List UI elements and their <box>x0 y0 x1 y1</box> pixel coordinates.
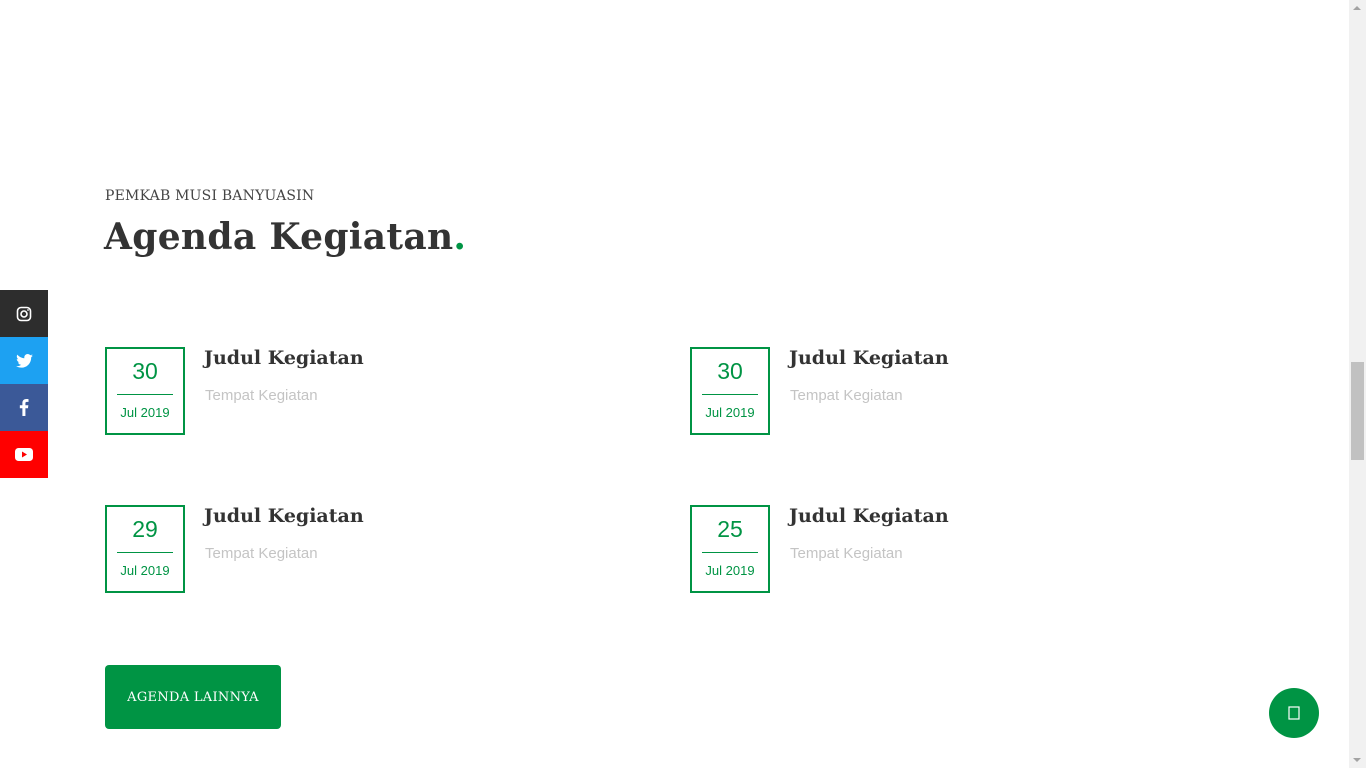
floating-chat-button[interactable] <box>1269 688 1319 738</box>
date-box: 29 Jul 2019 <box>105 505 185 593</box>
section-title: Agenda Kegiatan. <box>104 216 466 258</box>
page: PEMKAB MUSI BANYUASIN Agenda Kegiatan. 3… <box>0 0 1366 768</box>
date-day: 25 <box>717 516 743 542</box>
instagram-link[interactable] <box>0 290 48 337</box>
more-agenda-button[interactable]: AGENDA LAINNYA <box>105 665 281 729</box>
agenda-item[interactable]: 30 Jul 2019 Judul Kegiatan Tempat Kegiat… <box>690 347 1210 437</box>
youtube-link[interactable] <box>0 431 48 478</box>
date-day: 30 <box>132 358 158 384</box>
date-divider <box>702 394 758 395</box>
agenda-item[interactable]: 30 Jul 2019 Judul Kegiatan Tempat Kegiat… <box>105 347 625 437</box>
date-day: 29 <box>132 516 158 542</box>
section-title-text: Agenda Kegiatan <box>104 216 454 258</box>
date-divider <box>702 552 758 553</box>
date-divider <box>117 552 173 553</box>
scrollbar-thumb[interactable] <box>1351 362 1364 460</box>
page-scrollbar[interactable] <box>1349 0 1366 768</box>
date-box: 25 Jul 2019 <box>690 505 770 593</box>
date-box: 30 Jul 2019 <box>105 347 185 435</box>
date-month: Jul 2019 <box>120 563 170 578</box>
event-title[interactable]: Judul Kegiatan <box>204 505 364 527</box>
section-kicker: PEMKAB MUSI BANYUASIN <box>105 188 315 204</box>
chat-icon <box>1288 706 1300 720</box>
event-title[interactable]: Judul Kegiatan <box>789 505 949 527</box>
date-day: 30 <box>717 358 743 384</box>
date-divider <box>117 394 173 395</box>
event-title[interactable]: Judul Kegiatan <box>204 347 364 369</box>
event-title[interactable]: Judul Kegiatan <box>789 347 949 369</box>
agenda-item[interactable]: 29 Jul 2019 Judul Kegiatan Tempat Kegiat… <box>105 505 625 595</box>
event-place: Tempat Kegiatan <box>205 545 318 562</box>
title-dot: . <box>453 216 467 258</box>
date-box: 30 Jul 2019 <box>690 347 770 435</box>
date-month: Jul 2019 <box>705 405 755 420</box>
facebook-link[interactable] <box>0 384 48 431</box>
facebook-icon <box>19 399 29 416</box>
youtube-icon <box>15 448 33 461</box>
date-month: Jul 2019 <box>120 405 170 420</box>
twitter-icon <box>15 353 33 368</box>
scroll-up-icon[interactable] <box>1353 6 1361 10</box>
twitter-link[interactable] <box>0 337 48 384</box>
event-place: Tempat Kegiatan <box>205 387 318 404</box>
event-place: Tempat Kegiatan <box>790 545 903 562</box>
instagram-icon <box>16 306 32 321</box>
social-sidebar <box>0 290 48 478</box>
agenda-item[interactable]: 25 Jul 2019 Judul Kegiatan Tempat Kegiat… <box>690 505 1210 595</box>
scroll-down-icon[interactable] <box>1353 758 1361 762</box>
event-place: Tempat Kegiatan <box>790 387 903 404</box>
date-month: Jul 2019 <box>705 563 755 578</box>
